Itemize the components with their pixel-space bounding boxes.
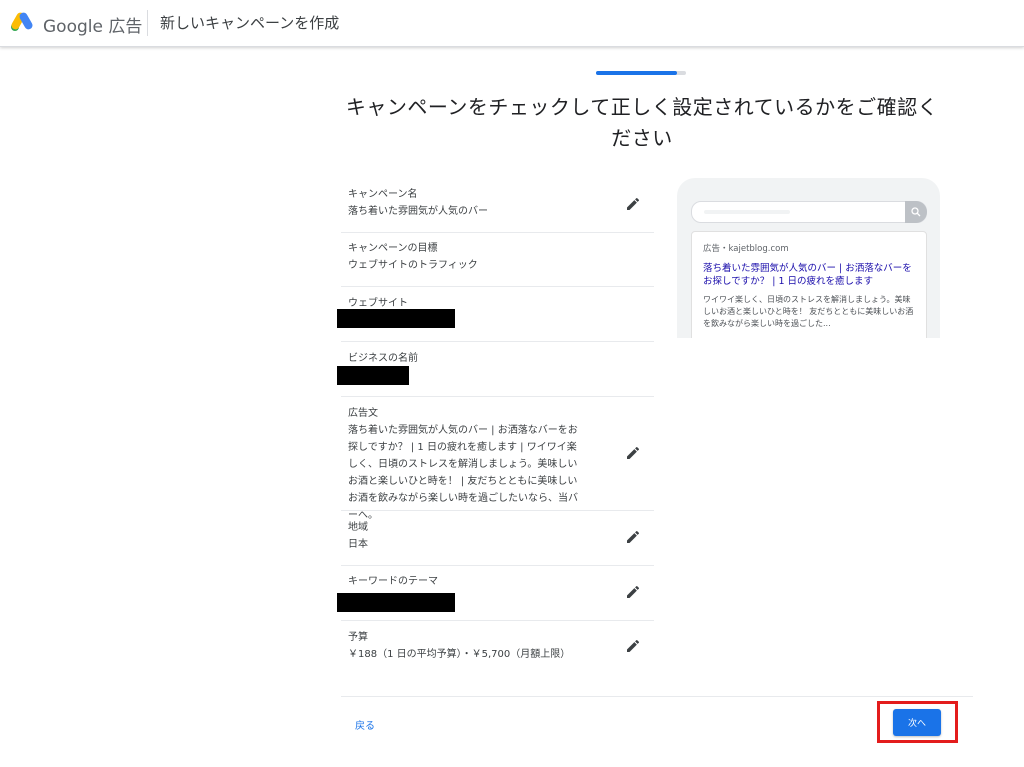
summary-row-ad-text: 広告文 落ち着いた雰囲気が人気のバー | お洒落なバーをお探しですか？ | 1 … <box>341 396 654 521</box>
page-title: キャンペーンをチェックして正しく設定されているかをご確認ください <box>345 95 939 150</box>
edit-pencil-icon[interactable] <box>625 584 641 600</box>
summary-row-region: 地域 日本 <box>341 510 654 566</box>
business-name-value-redacted <box>337 366 409 385</box>
keyword-theme-label: キーワードのテーマ <box>348 576 438 587</box>
budget-label: 予算 <box>348 632 368 643</box>
preview-ad-meta: 広告・kajetblog.com <box>703 244 789 254</box>
ad-text-label: 広告文 <box>348 408 378 419</box>
progress-bar <box>596 71 677 75</box>
preview-ad-card: 広告・kajetblog.com 落ち着いた雰囲気が人気のバー | お洒落なバー… <box>691 231 927 338</box>
budget-value: ￥188（1 日の平均予算）・￥5,700（月額上限） <box>348 649 571 660</box>
brand-name: Google 広告 <box>43 17 143 37</box>
page-heading: 新しいキャンペーンを作成 <box>160 14 340 32</box>
keyword-theme-value-redacted <box>337 593 455 612</box>
next-button[interactable]: 次へ <box>893 709 941 736</box>
summary-row-website: ウェブサイト <box>337 286 654 342</box>
preview-search-button <box>905 201 927 223</box>
top-app-bar: Google 広告 新しいキャンペーンを作成 <box>0 0 1024 47</box>
search-icon <box>911 207 921 217</box>
preview-search-placeholder <box>704 210 790 214</box>
preview-search-bar <box>691 201 927 223</box>
summary-row-business-name: ビジネスの名前 <box>337 341 654 397</box>
campaign-name-label: キャンペーン名 <box>348 189 418 200</box>
ad-text-value: 落ち着いた雰囲気が人気のバー | お洒落なバーをお探しですか？ | 1 日の疲れ… <box>348 425 578 521</box>
preview-ad-description: ワイワイ楽しく、日頃のストレスを解消しましょう。美味しいお酒と楽しいひと時を！ … <box>703 295 914 328</box>
website-label: ウェブサイト <box>348 298 408 309</box>
preview-ad-headline[interactable]: 落ち着いた雰囲気が人気のバー | お洒落なバーをお探しですか？ | 1 日の疲れ… <box>703 262 917 288</box>
header-divider <box>147 10 148 36</box>
back-button[interactable]: 戻る <box>355 717 375 732</box>
edit-pencil-icon[interactable] <box>625 196 641 212</box>
region-label: 地域 <box>348 522 368 533</box>
ad-preview-phone: 広告・kajetblog.com 落ち着いた雰囲気が人気のバー | お洒落なバー… <box>677 178 940 338</box>
campaign-name-value: 落ち着いた雰囲気が人気のバー <box>348 206 488 217</box>
region-value: 日本 <box>348 539 368 550</box>
summary-row-campaign-goal: キャンペーンの目標 ウェブサイトのトラフィック <box>341 232 654 287</box>
edit-pencil-icon[interactable] <box>625 445 641 461</box>
edit-pencil-icon[interactable] <box>625 529 641 545</box>
website-value-redacted <box>337 309 455 328</box>
campaign-goal-label: キャンペーンの目標 <box>348 243 438 254</box>
footer-divider <box>341 696 973 697</box>
summary-row-keyword-theme: キーワードのテーマ <box>337 565 654 621</box>
campaign-goal-value: ウェブサイトのトラフィック <box>348 260 478 271</box>
google-ads-logo-icon[interactable] <box>10 10 34 32</box>
edit-pencil-icon[interactable] <box>625 638 641 654</box>
summary-row-budget: 予算 ￥188（1 日の平均予算）・￥5,700（月額上限） <box>341 620 654 672</box>
summary-row-campaign-name: キャンペーン名 落ち着いた雰囲気が人気のバー <box>341 176 654 233</box>
business-name-label: ビジネスの名前 <box>348 353 418 364</box>
